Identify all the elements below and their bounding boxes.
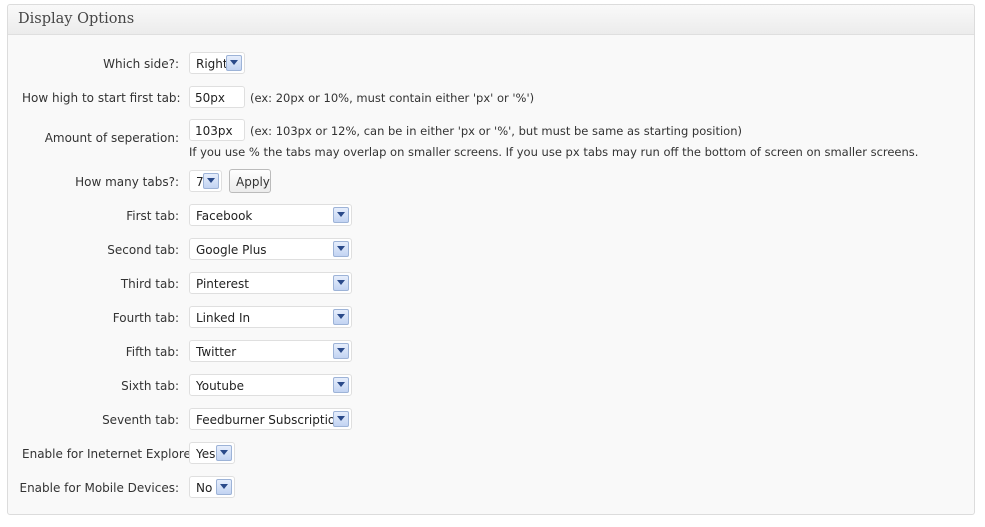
chevron-down-icon xyxy=(226,55,242,71)
chevron-down-icon xyxy=(216,479,232,495)
tab-5-select[interactable]: Twitter xyxy=(189,340,352,362)
which-side-label: Which side?: xyxy=(103,57,179,71)
chevron-down-icon xyxy=(333,411,349,427)
tab-6-select[interactable]: Youtube xyxy=(189,374,352,396)
tab-count-label: How many tabs?: xyxy=(75,175,179,189)
row-tab-3: Third tab: Pinterest xyxy=(8,272,974,296)
separation-hint: (ex: 103px or 12%, can be in either 'px … xyxy=(250,124,742,138)
enable-ie-value: Yes xyxy=(196,447,216,461)
chevron-down-icon xyxy=(203,173,219,189)
tab-5-value: Twitter xyxy=(196,345,237,359)
row-tab-6: Sixth tab: Youtube xyxy=(8,374,974,398)
tab-1-value: Facebook xyxy=(196,209,253,223)
tab-6-value: Youtube xyxy=(196,379,244,393)
row-tab-5: Fifth tab: Twitter xyxy=(8,340,974,364)
tab-count-select[interactable]: 7 xyxy=(189,170,222,192)
tab-2-value: Google Plus xyxy=(196,243,267,257)
apply-button[interactable]: Apply xyxy=(229,169,271,193)
display-options-panel: Display Options Which side?: Right How h… xyxy=(7,4,975,515)
separation-note: If you use % the tabs may overlap on sma… xyxy=(189,145,919,159)
row-tab-4: Fourth tab: Linked In xyxy=(8,306,974,330)
enable-ie-label: Enable for Ineternet Explorer: xyxy=(22,447,200,461)
tab-7-value: Feedburner Subscription xyxy=(196,413,343,427)
start-height-hint: (ex: 20px or 10%, must contain either 'p… xyxy=(250,91,535,105)
chevron-down-icon xyxy=(333,207,349,223)
tab-4-value: Linked In xyxy=(196,311,251,325)
row-tab-1: First tab: Facebook xyxy=(8,204,974,228)
chevron-down-icon xyxy=(216,445,232,461)
tab-3-select[interactable]: Pinterest xyxy=(189,272,352,294)
row-enable-ie: Enable for Ineternet Explorer: Yes xyxy=(8,442,974,466)
row-tab-2: Second tab: Google Plus xyxy=(8,238,974,262)
separation-label: Amount of seperation: xyxy=(44,131,179,145)
tab-3-label: Third tab: xyxy=(120,277,179,291)
row-tab-7: Seventh tab: Feedburner Subscription xyxy=(8,408,974,432)
start-height-input[interactable]: 50px xyxy=(189,86,245,108)
tab-4-label: Fourth tab: xyxy=(112,311,179,325)
row-which-side: Which side?: Right xyxy=(8,52,974,76)
enable-mobile-select[interactable]: No xyxy=(189,476,235,498)
tab-1-label: First tab: xyxy=(126,209,179,223)
chevron-down-icon xyxy=(333,377,349,393)
chevron-down-icon xyxy=(333,309,349,325)
tab-7-select[interactable]: Feedburner Subscription xyxy=(189,408,352,430)
panel-header: Display Options xyxy=(8,5,974,35)
tab-2-label: Second tab: xyxy=(107,243,179,257)
tab-2-select[interactable]: Google Plus xyxy=(189,238,352,260)
start-height-value: 50px xyxy=(195,91,225,105)
chevron-down-icon xyxy=(333,343,349,359)
enable-ie-select[interactable]: Yes xyxy=(189,442,235,464)
row-tab-count: How many tabs?: 7 Apply xyxy=(8,169,974,193)
row-enable-mobile: Enable for Mobile Devices: No xyxy=(8,476,974,500)
enable-mobile-label: Enable for Mobile Devices: xyxy=(19,481,179,495)
apply-button-label: Apply xyxy=(236,175,270,189)
tab-5-label: Fifth tab: xyxy=(125,345,179,359)
panel-title: Display Options xyxy=(18,11,135,27)
row-start-height: How high to start first tab: 50px (ex: 2… xyxy=(8,86,974,110)
enable-mobile-value: No xyxy=(196,481,213,495)
which-side-select[interactable]: Right xyxy=(189,52,245,74)
separation-value: 103px xyxy=(195,124,233,138)
start-height-label: How high to start first tab: xyxy=(22,91,181,105)
separation-input[interactable]: 103px xyxy=(189,119,245,141)
row-separation: Amount of seperation: 103px (ex: 103px o… xyxy=(8,119,974,159)
tab-7-label: Seventh tab: xyxy=(102,413,179,427)
chevron-down-icon xyxy=(333,275,349,291)
chevron-down-icon xyxy=(333,241,349,257)
which-side-value: Right xyxy=(196,57,228,71)
tab-1-select[interactable]: Facebook xyxy=(189,204,352,226)
tab-6-label: Sixth tab: xyxy=(121,379,179,393)
tab-4-select[interactable]: Linked In xyxy=(189,306,352,328)
tab-3-value: Pinterest xyxy=(196,277,250,291)
